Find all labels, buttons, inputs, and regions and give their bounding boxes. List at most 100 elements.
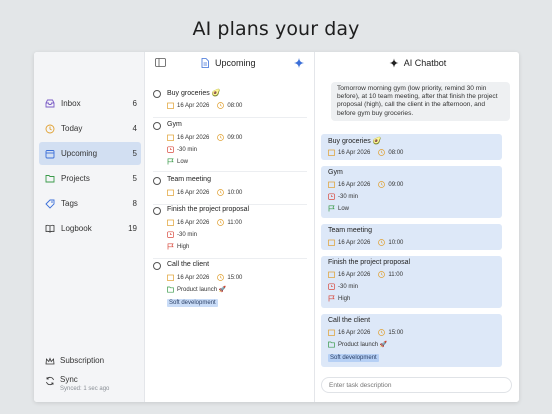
flag-icon: [167, 243, 174, 250]
card-title: Call the client: [328, 317, 371, 324]
clock-icon: [217, 219, 225, 226]
sidebar-item-inbox[interactable]: Inbox 6: [39, 92, 141, 115]
task-title: Buy groceries 🥑: [167, 90, 221, 97]
clock-icon: [378, 181, 386, 188]
crown-icon: [44, 356, 55, 367]
card-reminder-value: -30 min: [338, 193, 359, 200]
calendar-icon: [167, 189, 174, 196]
task-meta: 16 Apr 2026 11:00: [167, 219, 242, 226]
card-priority-value: Low: [338, 205, 350, 212]
task-priority-value: High: [177, 243, 190, 250]
sidebar-item-label: Upcoming: [61, 149, 98, 158]
calendar-icon: [328, 329, 335, 336]
task-time: 09:00: [227, 134, 243, 141]
inbox-icon: [44, 98, 55, 109]
sidebar-item-projects[interactable]: Projects 5: [39, 167, 141, 190]
folder-icon: [44, 173, 55, 184]
card-meta: 16 Apr 2026 09:00: [328, 181, 403, 188]
sync-label: Sync: [60, 375, 78, 384]
task-row[interactable]: Call the client 16 Apr 2026 15:00 Produc…: [153, 261, 307, 314]
ai-task-card[interactable]: Gym 16 Apr 2026 09:00 -30 min Low: [321, 166, 502, 218]
task-meta: 16 Apr 2026 09:00: [167, 134, 242, 141]
chat-panel: AI Chatbot Tomorrow morning gym (low pri…: [316, 52, 519, 402]
card-date: 16 Apr 2026: [338, 239, 371, 246]
card-reminder: -30 min: [328, 193, 358, 200]
task-description-input[interactable]: [321, 377, 512, 393]
task-time: 08:00: [227, 102, 243, 109]
app-window: Inbox 6 Today 4 Upcoming 5 Projects 5 Ta…: [34, 52, 519, 402]
task-checkbox[interactable]: [153, 262, 161, 270]
card-priority: High: [328, 295, 350, 302]
task-priority: Low: [167, 158, 188, 165]
card-meta: 16 Apr 2026 08:00: [328, 149, 403, 156]
card-title: Finish the project proposal: [328, 259, 411, 266]
task-date: 16 Apr 2026: [177, 189, 210, 196]
sidebar-item-label: Today: [61, 124, 83, 133]
clock-icon: [217, 102, 225, 109]
task-date: 16 Apr 2026: [177, 274, 210, 281]
card-title: Buy groceries 🥑: [328, 138, 382, 145]
task-title: Team meeting: [167, 176, 211, 183]
calendar-icon: [167, 219, 174, 226]
card-time: 08:00: [388, 149, 404, 156]
sync-block: Sync Synced: 1 sec ago: [60, 375, 109, 392]
task-row[interactable]: Buy groceries 🥑 16 Apr 2026 08:00: [153, 90, 307, 118]
sidebar-item-count: 4: [132, 124, 137, 133]
task-checkbox[interactable]: [153, 177, 161, 185]
page-title-label: Upcoming: [215, 58, 256, 68]
sidebar-item-logbook[interactable]: Logbook 19: [39, 217, 141, 240]
card-project: Product launch 🚀: [328, 341, 387, 348]
sync-button[interactable]: Sync Synced: 1 sec ago: [44, 375, 140, 392]
ai-task-card[interactable]: Call the client 16 Apr 2026 15:00 Produc…: [321, 314, 502, 367]
subscription-button[interactable]: Subscription: [44, 356, 140, 367]
sidebar-item-count: 5: [132, 149, 137, 158]
task-checkbox[interactable]: [153, 90, 161, 98]
task-row[interactable]: Team meeting 16 Apr 2026 10:00: [153, 176, 307, 205]
sidebar-item-upcoming[interactable]: Upcoming 5: [39, 142, 141, 165]
calendar-icon: [167, 102, 174, 109]
calendar-icon: [167, 274, 174, 281]
task-priority-value: Low: [177, 158, 189, 165]
user-message: Tomorrow morning gym (low priority, remi…: [331, 82, 510, 121]
card-meta: 16 Apr 2026 11:00: [328, 271, 403, 278]
task-tag[interactable]: Soft development: [167, 299, 218, 307]
calendar-icon: [44, 148, 55, 159]
task-row[interactable]: Gym 16 Apr 2026 09:00 -30 min Low: [153, 121, 307, 172]
card-reminder: -30 min: [328, 283, 358, 290]
task-row[interactable]: Finish the project proposal 16 Apr 2026 …: [153, 206, 307, 259]
sidebar-item-label: Inbox: [61, 99, 81, 108]
task-checkbox[interactable]: [153, 207, 161, 215]
task-checkbox[interactable]: [153, 122, 161, 130]
alarm-icon: [167, 231, 174, 238]
sidebar-item-label: Projects: [61, 174, 90, 183]
clock-icon: [378, 149, 386, 156]
card-title: Team meeting: [328, 227, 372, 234]
clock-icon: [217, 189, 225, 196]
sync-status: Synced: 1 sec ago: [60, 386, 110, 392]
card-reminder-value: -30 min: [338, 283, 359, 290]
sync-icon: [44, 375, 55, 386]
card-time: 15:00: [388, 329, 404, 336]
calendar-icon: [167, 134, 174, 141]
ai-task-card[interactable]: Finish the project proposal 16 Apr 2026 …: [321, 256, 502, 308]
sidebar-item-label: Tags: [61, 199, 78, 208]
task-date: 16 Apr 2026: [177, 219, 210, 226]
card-tag[interactable]: Soft development: [328, 354, 379, 362]
card-priority-value: High: [338, 295, 351, 302]
ai-sparkle-icon[interactable]: [293, 57, 305, 69]
ai-task-card[interactable]: Buy groceries 🥑 16 Apr 2026 08:00: [321, 134, 502, 160]
flag-icon: [328, 205, 335, 212]
sidebar-item-tags[interactable]: Tags 8: [39, 192, 141, 215]
task-time: 11:00: [227, 219, 242, 226]
task-time: 10:00: [227, 189, 243, 196]
clock-icon: [378, 329, 386, 336]
card-date: 16 Apr 2026: [338, 271, 371, 278]
sidebar-toggle-icon[interactable]: [155, 58, 166, 67]
sidebar-item-today[interactable]: Today 4: [39, 117, 141, 140]
card-meta: 16 Apr 2026 10:00: [328, 239, 403, 246]
clock-icon: [217, 134, 225, 141]
task-title: Finish the project proposal: [167, 206, 250, 213]
clock-icon: [378, 271, 386, 278]
ai-task-card[interactable]: Team meeting 16 Apr 2026 10:00: [321, 224, 502, 250]
task-reminder: -30 min: [167, 146, 197, 153]
